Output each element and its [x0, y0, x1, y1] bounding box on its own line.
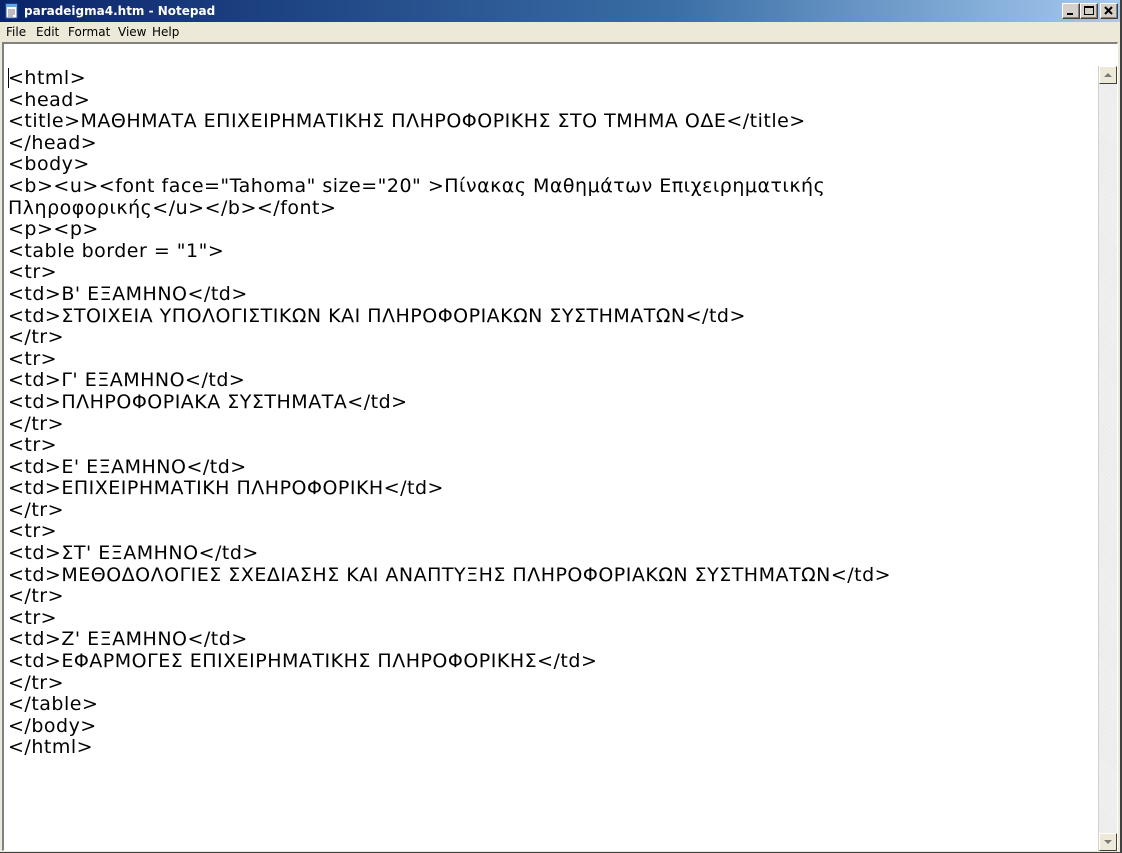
menu-bar: File Edit Format View Help	[0, 22, 1120, 42]
text-line: <table border = "1">	[8, 239, 225, 262]
text-line: <td>ΠΛΗΡΟΦΟΡΙΑΚΑ ΣΥΣΤΗΜΑΤΑ</td>	[8, 390, 408, 413]
text-line: <tr>	[8, 606, 58, 629]
text-line: <td>ΕΦΑΡΜΟΓΕΣ ΕΠΙΧΕΙΡΗΜΑΤΙΚΗΣ ΠΛΗΡΟΦΟΡΙΚ…	[8, 650, 598, 673]
text-line: <td>ΣΤ' ΕΞΑΜΗΝΟ</td>	[8, 542, 259, 565]
menu-file[interactable]: File	[2, 24, 30, 40]
text-line: </tr>	[8, 412, 65, 435]
minimize-icon	[1067, 13, 1073, 15]
text-line: <td>Ζ' ΕΞΑΜΗΝΟ</td>	[8, 628, 248, 651]
text-line: <b><u><font face="Tahoma" size="20" >Πίν…	[8, 174, 826, 197]
text-line: <p><p>	[8, 218, 99, 241]
text-line: <td>Ε' ΕΞΑΜΗΝΟ</td>	[8, 455, 247, 478]
scroll-up-arrow-icon	[1104, 73, 1112, 77]
menu-edit[interactable]: Edit	[32, 24, 63, 40]
notepad-icon[interactable]	[4, 3, 20, 19]
text-line: Πληροφορικής</u></b></font>	[8, 196, 337, 219]
text-line: <td>ΣΤΟΙΧΕΙΑ ΥΠΟΛΟΓΙΣΤΙΚΩΝ ΚΑΙ ΠΛΗΡΟΦΟΡΙ…	[8, 304, 746, 327]
scroll-down-arrow-icon	[1104, 840, 1112, 844]
text-caret	[8, 68, 9, 88]
vertical-scrollbar[interactable]	[1098, 66, 1117, 851]
menu-view[interactable]: View	[114, 24, 150, 40]
text-line: </html>	[8, 736, 94, 759]
text-line: <tr>	[8, 434, 58, 457]
window-title: paradeigma4.htm - Notepad	[24, 4, 216, 18]
text-line: <body>	[8, 153, 90, 176]
text-line: <tr>	[8, 520, 58, 543]
text-line: </body>	[8, 714, 97, 737]
text-line: <td>Γ' ΕΞΑΜΗΝΟ</td>	[8, 369, 246, 392]
text-line: <td>Β' ΕΞΑΜΗΝΟ</td>	[8, 282, 248, 305]
text-line: <td>ΕΠΙΧΕΙΡΗΜΑΤΙΚΗ ΠΛΗΡΟΦΟΡΙΚΗ</td>	[8, 477, 444, 500]
text-line: </table>	[8, 693, 99, 716]
text-line: <tr>	[8, 347, 58, 370]
text-line: </tr>	[8, 498, 65, 521]
title-bar[interactable]: paradeigma4.htm - Notepad	[0, 0, 1120, 22]
close-icon	[1104, 6, 1113, 15]
maximize-icon	[1084, 6, 1094, 15]
scroll-down-button[interactable]	[1099, 833, 1117, 851]
text-line: <html>	[8, 68, 87, 89]
text-line: </tr>	[8, 671, 65, 694]
close-button[interactable]	[1100, 3, 1118, 19]
scroll-up-button[interactable]	[1099, 66, 1117, 84]
text-line: </head>	[8, 131, 98, 154]
text-line: </tr>	[8, 585, 65, 608]
text-line: <head>	[8, 88, 91, 111]
text-line: <td>ΜΕΘΟΔΟΛΟΓΙΕΣ ΣΧΕΔΙΑΣΗΣ ΚΑΙ ΑΝΑΠΤΥΞΗΣ…	[8, 563, 892, 586]
text-line: <title>ΜΑΘΗΜΑΤΑ ΕΠΙΧΕΙΡΗΜΑΤΙΚΗΣ ΠΛΗΡΟΦΟΡ…	[8, 110, 806, 133]
editor-frame: <html> <head> <title>ΜΑΘΗΜΑΤΑ ΕΠΙΧΕΙΡΗΜΑΤΙ…	[2, 42, 1118, 851]
maximize-button[interactable]	[1080, 3, 1098, 19]
scroll-track[interactable]	[1099, 84, 1117, 833]
notepad-window: paradeigma4.htm - Notepad File Edit Form…	[0, 0, 1122, 853]
menu-format[interactable]: Format	[64, 24, 114, 40]
text-editor[interactable]: <html> <head> <title>ΜΑΘΗΜΑΤΑ ΕΠΙΧΕΙΡΗΜΑΤΙ…	[8, 68, 1098, 853]
text-line: </tr>	[8, 326, 65, 349]
menu-help[interactable]: Help	[148, 24, 183, 40]
text-line: <tr>	[8, 261, 58, 284]
minimize-button[interactable]	[1062, 3, 1080, 19]
